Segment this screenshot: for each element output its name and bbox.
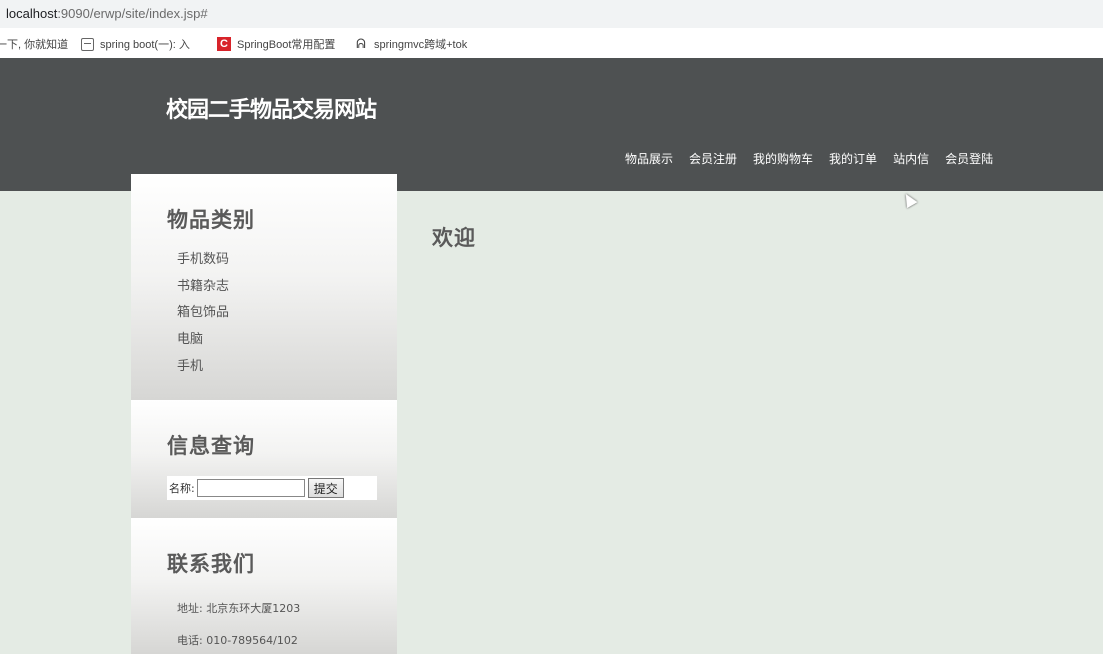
category-item-computers[interactable]: 电脑 bbox=[177, 328, 397, 355]
category-item-books[interactable]: 书籍杂志 bbox=[177, 275, 397, 302]
search-form: 名称: 提交 bbox=[167, 476, 377, 500]
main-nav: 物品展示 会员注册 我的购物车 我的订单 站内信 会员登陆 bbox=[625, 150, 1009, 167]
address-bar[interactable]: localhost:9090/erwp/site/index.jsp# bbox=[0, 0, 1103, 28]
category-list: 手机数码 书籍杂志 箱包饰品 电脑 手机 bbox=[177, 248, 397, 381]
categories-title: 物品类别 bbox=[167, 208, 255, 232]
categories-panel: 物品类别 手机数码 书籍杂志 箱包饰品 电脑 手机 bbox=[131, 174, 397, 400]
bookmark-item[interactable]: ᕱ springmvc跨域+tok bbox=[354, 36, 467, 52]
search-name-label: 名称: bbox=[169, 482, 195, 495]
search-panel: 信息查询 名称: 提交 bbox=[131, 400, 397, 518]
nav-item-orders[interactable]: 我的订单 bbox=[829, 150, 877, 167]
category-item-digital[interactable]: 手机数码 bbox=[177, 248, 397, 275]
nav-item-cart[interactable]: 我的购物车 bbox=[753, 150, 813, 167]
category-item-bags[interactable]: 箱包饰品 bbox=[177, 301, 397, 328]
url-path: :9090/erwp/site/index.jsp# bbox=[57, 6, 208, 21]
bookmark-label: 一下, 你就知道 bbox=[0, 39, 69, 51]
search-title: 信息查询 bbox=[167, 434, 255, 458]
csdn-icon: C bbox=[217, 37, 231, 51]
contact-title: 联系我们 bbox=[167, 552, 255, 576]
bookmark-label: SpringBoot常用配置 bbox=[237, 39, 336, 51]
category-item-phones[interactable]: 手机 bbox=[177, 355, 397, 382]
site-title[interactable]: 校园二手物品交易网站 bbox=[166, 92, 377, 124]
page-icon bbox=[81, 37, 94, 51]
leaf-icon: ᕱ bbox=[356, 36, 366, 51]
submit-button[interactable]: 提交 bbox=[307, 478, 344, 498]
nav-item-messages[interactable]: 站内信 bbox=[893, 150, 929, 167]
welcome-heading: 欢迎 bbox=[432, 226, 476, 250]
contact-panel: 联系我们 地址: 北京东环大厦1203 电话: 010-789564/102 bbox=[131, 518, 397, 654]
bookmark-item[interactable]: 一下, 你就知道 bbox=[0, 36, 68, 52]
bookmark-item[interactable]: spring boot(一): 入 bbox=[81, 36, 190, 52]
bookmarks-bar: 一下, 你就知道 spring boot(一): 入 C SpringBoot常… bbox=[0, 28, 1103, 58]
bookmark-label: springmvc跨域+tok bbox=[374, 39, 468, 51]
sidebar: 物品类别 手机数码 书籍杂志 箱包饰品 电脑 手机 信息查询 名称: 提交 联系… bbox=[131, 174, 397, 654]
nav-item-register[interactable]: 会员注册 bbox=[689, 150, 737, 167]
search-input[interactable] bbox=[196, 479, 305, 497]
bookmark-item[interactable]: C SpringBoot常用配置 bbox=[217, 36, 335, 52]
site-header: 校园二手物品交易网站 物品展示 会员注册 我的购物车 我的订单 站内信 会员登陆 bbox=[0, 58, 1103, 191]
nav-item-products[interactable]: 物品展示 bbox=[625, 150, 673, 167]
url-host: localhost bbox=[6, 6, 58, 21]
nav-item-login[interactable]: 会员登陆 bbox=[945, 150, 993, 167]
bookmark-label: spring boot(一): 入 bbox=[100, 39, 190, 51]
contact-address: 地址: 北京东环大厦1203 bbox=[177, 602, 301, 615]
mouse-cursor-icon bbox=[900, 190, 918, 209]
contact-phone: 电话: 010-789564/102 bbox=[177, 634, 298, 647]
